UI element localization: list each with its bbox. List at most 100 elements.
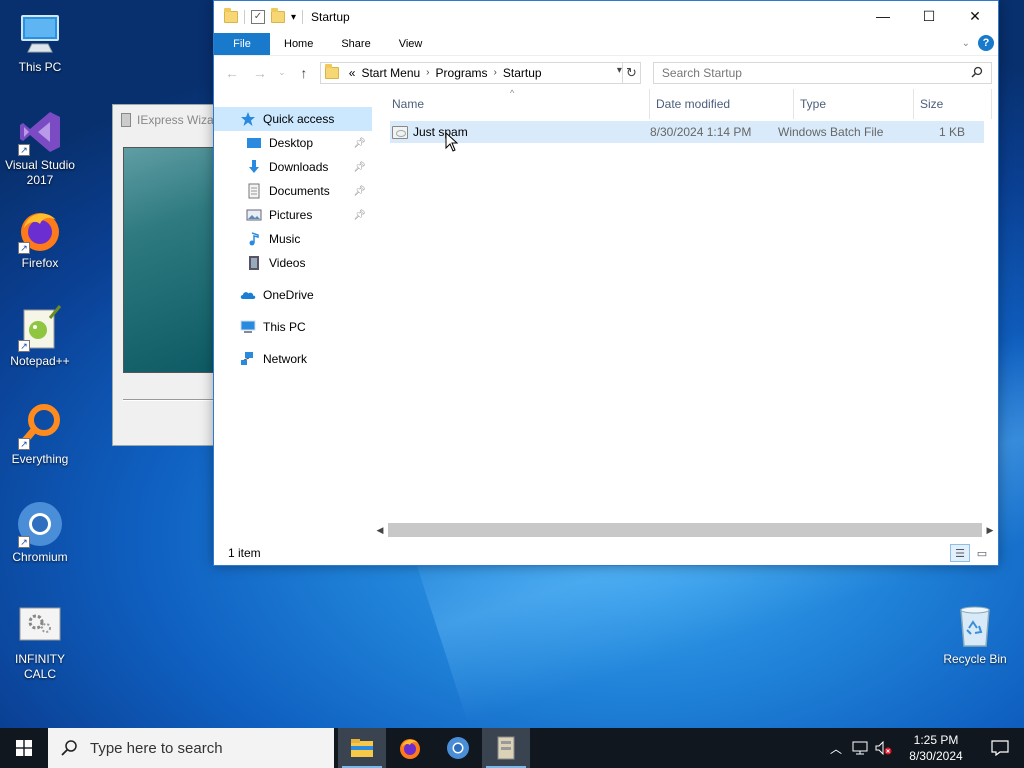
nav-item-pictures[interactable]: Pictures 📌︎ bbox=[214, 203, 372, 227]
scroll-left-arrow-icon[interactable]: ◀ bbox=[372, 525, 388, 536]
search-icon[interactable] bbox=[971, 66, 983, 81]
installer-icon bbox=[497, 736, 515, 760]
up-button[interactable]: ↑ bbox=[292, 61, 316, 85]
nav-item-videos[interactable]: Videos bbox=[214, 251, 372, 275]
maximize-button[interactable]: ☐ bbox=[906, 1, 952, 31]
clock-date: 8/30/2024 bbox=[909, 749, 963, 763]
close-button[interactable]: ✕ bbox=[952, 1, 998, 31]
iexpress-titlebar[interactable]: IExpress Wiza bbox=[113, 105, 221, 135]
file-explorer-window[interactable]: ✓ ▾ Startup — ☐ ✕ File Home Share View ⌄… bbox=[213, 0, 999, 566]
new-folder-icon[interactable] bbox=[271, 8, 285, 23]
nav-item-onedrive[interactable]: OneDrive bbox=[214, 283, 372, 307]
navigation-pane: Quick access Desktop 📌︎ Downloads 📌︎ Doc… bbox=[214, 89, 372, 541]
taskbar-file-explorer[interactable] bbox=[338, 728, 386, 768]
nav-item-label: Music bbox=[269, 232, 301, 246]
nav-item-downloads[interactable]: Downloads 📌︎ bbox=[214, 155, 372, 179]
nav-item-documents[interactable]: Documents 📌︎ bbox=[214, 179, 372, 203]
column-header-date[interactable]: Date modified bbox=[650, 89, 794, 119]
shortcut-arrow-icon: ↗ bbox=[18, 536, 30, 548]
window-title: IExpress Wiza bbox=[137, 113, 214, 127]
desktop-icon-label: INFINITY CALC bbox=[15, 652, 65, 681]
help-icon[interactable]: ? bbox=[978, 35, 994, 51]
desktop-icon-label: Notepad++ bbox=[10, 354, 70, 368]
refresh-icon[interactable]: ↻ bbox=[621, 62, 640, 83]
network-icon[interactable] bbox=[848, 728, 872, 768]
volume-muted-icon[interactable] bbox=[872, 728, 896, 768]
properties-icon[interactable]: ✓ bbox=[251, 10, 265, 24]
scrollbar-thumb[interactable] bbox=[388, 523, 982, 537]
desktop-icon-firefox[interactable]: ↗ Firefox bbox=[0, 206, 80, 271]
computer-icon bbox=[240, 319, 256, 335]
videos-film-icon bbox=[246, 255, 262, 271]
breadcrumb-item-start-menu[interactable]: Start Menu bbox=[361, 66, 420, 80]
iexpress-wizard-window[interactable]: IExpress Wiza bbox=[112, 104, 223, 446]
nav-item-label: Documents bbox=[269, 184, 330, 198]
desktop-icon-chromium[interactable]: ↗ Chromium bbox=[0, 500, 80, 565]
breadcrumb-item-programs[interactable]: Programs bbox=[436, 66, 488, 80]
desktop-icon-this-pc[interactable]: This PC bbox=[0, 10, 80, 75]
expand-ribbon-chevron-icon[interactable]: ⌄ bbox=[962, 38, 970, 49]
nav-item-music[interactable]: Music bbox=[214, 227, 372, 251]
pin-icon: 📌︎ bbox=[353, 161, 366, 173]
tab-file[interactable]: File bbox=[214, 33, 270, 55]
large-icons-view-icon[interactable]: ▭ bbox=[972, 544, 992, 562]
horizontal-scrollbar[interactable]: ◀ ▶ bbox=[372, 521, 998, 539]
clock[interactable]: 1:25 PM 8/30/2024 bbox=[896, 732, 976, 764]
title-bar[interactable]: ✓ ▾ Startup — ☐ ✕ bbox=[214, 1, 998, 33]
sort-ascending-icon: ^ bbox=[510, 88, 515, 98]
customize-toolbar-chevron-icon[interactable]: ▾ bbox=[291, 12, 296, 23]
window-controls: — ☐ ✕ bbox=[860, 1, 998, 31]
taskbar: Type here to search ︿ 1:25 PM 8/30/2024 bbox=[0, 728, 1024, 768]
folder-icon bbox=[324, 63, 339, 79]
chromium-icon: ↗ bbox=[16, 500, 64, 548]
tab-share[interactable]: Share bbox=[327, 33, 384, 55]
column-header-size[interactable]: Size bbox=[914, 89, 992, 119]
nav-item-quick-access[interactable]: Quick access bbox=[214, 107, 372, 131]
window-title: Startup bbox=[311, 10, 350, 24]
column-header-type[interactable]: Type bbox=[794, 89, 914, 119]
search-icon bbox=[61, 740, 77, 756]
forward-button[interactable]: → bbox=[248, 61, 272, 85]
details-view-icon[interactable]: ☰ bbox=[950, 544, 970, 562]
action-center-icon[interactable] bbox=[976, 728, 1024, 768]
nav-item-this-pc[interactable]: This PC bbox=[214, 315, 372, 339]
view-switcher: ☰ ▭ bbox=[950, 544, 992, 562]
divider bbox=[302, 10, 304, 24]
breadcrumb-item-startup[interactable]: Startup bbox=[503, 66, 542, 80]
file-row[interactable]: Just spam 8/30/2024 1:14 PM Windows Batc… bbox=[390, 121, 984, 143]
quick-access-toolbar: ✓ ▾ bbox=[214, 8, 304, 24]
desktop-icon-infinity-calc[interactable]: INFINITY CALC bbox=[0, 602, 80, 682]
show-hidden-icons-chevron-icon[interactable]: ︿ bbox=[824, 728, 848, 768]
firefox-icon: ↗ bbox=[16, 206, 64, 254]
minimize-button[interactable]: — bbox=[860, 1, 906, 31]
taskbar-chromium[interactable] bbox=[434, 728, 482, 768]
breadcrumb-overflow[interactable]: « bbox=[349, 66, 356, 80]
tab-view[interactable]: View bbox=[385, 33, 437, 55]
address-bar[interactable]: « Start Menu › Programs › Startup ▾ ↻ bbox=[319, 61, 641, 84]
visual-studio-icon: ↗ bbox=[16, 108, 64, 156]
start-button[interactable] bbox=[0, 728, 48, 768]
file-type: Windows Batch File bbox=[778, 125, 884, 139]
desktop-icon-recycle-bin[interactable]: Recycle Bin bbox=[935, 602, 1015, 667]
nav-item-label: Desktop bbox=[269, 136, 314, 150]
tab-home[interactable]: Home bbox=[270, 33, 327, 55]
column-headers: ^ Name Date modified Type Size bbox=[372, 88, 998, 119]
search-input[interactable]: Search Startup bbox=[652, 61, 993, 84]
taskbar-iexpress[interactable] bbox=[482, 728, 530, 768]
chevron-right-icon[interactable]: › bbox=[426, 67, 429, 78]
nav-item-desktop[interactable]: Desktop 📌︎ bbox=[214, 131, 372, 155]
taskbar-search-box[interactable]: Type here to search bbox=[48, 728, 334, 768]
chevron-right-icon[interactable]: › bbox=[494, 67, 497, 78]
recent-locations-chevron-icon[interactable]: ⌄ bbox=[276, 61, 288, 85]
nav-item-network[interactable]: Network bbox=[214, 347, 372, 371]
scroll-right-arrow-icon[interactable]: ▶ bbox=[982, 525, 998, 536]
desktop-icon-visual-studio[interactable]: ↗ Visual Studio 2017 bbox=[0, 108, 80, 188]
onedrive-cloud-icon bbox=[240, 287, 256, 303]
back-button[interactable]: ← bbox=[220, 61, 244, 85]
navigation-bar: ← → ⌄ ↑ « Start Menu › Programs › Startu… bbox=[214, 55, 998, 89]
pin-icon: 📌︎ bbox=[353, 185, 366, 197]
desktop-icon-notepadpp[interactable]: ↗ Notepad++ bbox=[0, 304, 80, 369]
file-list[interactable]: ^ Name Date modified Type Size Just spam… bbox=[372, 88, 998, 541]
desktop-icon-everything[interactable]: ↗ Everything bbox=[0, 402, 80, 467]
taskbar-firefox[interactable] bbox=[386, 728, 434, 768]
